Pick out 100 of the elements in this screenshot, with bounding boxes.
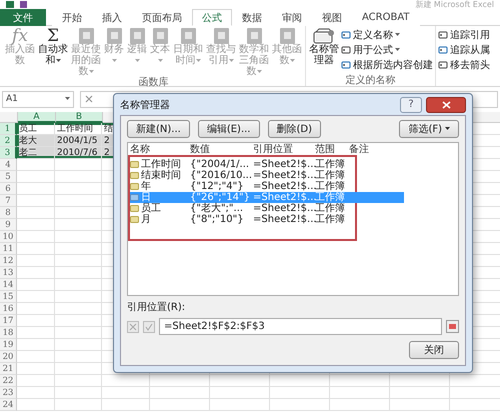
table-cell	[390, 399, 450, 411]
table-cell	[17, 351, 55, 363]
column-header[interactable]: A	[18, 112, 56, 123]
row-header[interactable]: 18	[0, 327, 17, 339]
dialog-button[interactable]: 新建(N)...	[127, 120, 190, 138]
group-label: 定义的名称	[344, 75, 396, 86]
table-cell	[210, 375, 270, 387]
ribbon-button[interactable]: Σ 自动求和	[37, 26, 69, 66]
scope-text: 工作簿	[315, 192, 346, 203]
caret-icon	[256, 70, 262, 74]
row-header[interactable]: 20	[0, 351, 17, 363]
dialog-button[interactable]: 删除(D)	[268, 120, 322, 138]
row-header[interactable]: 17	[0, 315, 17, 327]
name-text: 日	[130, 192, 190, 203]
row-header[interactable]: 8	[0, 207, 17, 219]
table-cell	[210, 387, 270, 399]
column-header[interactable]: 备注	[349, 144, 404, 155]
close-dialog-button[interactable]: 关闭	[409, 341, 459, 359]
row-header[interactable]: 21	[0, 363, 17, 375]
row-header[interactable]: 5	[0, 171, 17, 183]
row-header[interactable]: 16	[0, 303, 17, 315]
row-header[interactable]: 12	[0, 255, 17, 267]
name-row[interactable]: 年 {"12";"4"} =Sheet2!$...工作簿	[130, 181, 404, 192]
filter-button[interactable]: 筛选(F)	[399, 120, 459, 138]
value-text: {"老大";"...	[190, 203, 244, 214]
row-header[interactable]: 22	[0, 375, 17, 387]
row-header[interactable]: 10	[0, 231, 17, 243]
name-row[interactable]: 员工 {"老大";"... =Sheet2!$...工作簿	[130, 203, 404, 214]
row-header[interactable]: 4	[0, 159, 17, 171]
table-cell	[55, 375, 102, 387]
row-header[interactable]: 7	[0, 195, 17, 207]
caret-icon	[445, 127, 450, 131]
close-icon	[442, 100, 450, 108]
ribbon-button[interactable]: 根据所选内容创建	[341, 58, 433, 71]
name-row[interactable]: 月 {"8";"10"} =Sheet2!$...工作簿	[130, 214, 404, 225]
ribbon-button[interactable]: 追踪引用	[438, 28, 490, 41]
input-field[interactable]: =Sheet2!$F$2:$F$3	[159, 318, 442, 335]
row-header[interactable]: 11	[0, 243, 17, 255]
table-cell	[17, 375, 55, 387]
table-cell	[17, 219, 55, 231]
table-cell	[390, 375, 450, 387]
name-manager-icon	[313, 28, 335, 44]
row-header[interactable]: 13	[0, 267, 17, 279]
table-cell	[17, 339, 55, 351]
collapse-icon[interactable]	[446, 320, 459, 333]
dialog-button[interactable]: 编辑(E)...	[198, 120, 260, 138]
row-header[interactable]: 23	[0, 387, 17, 399]
table-cell	[17, 171, 55, 183]
row-header[interactable]: 24	[0, 399, 17, 411]
ribbon-button[interactable]: 定义名称	[341, 28, 433, 41]
check-icon[interactable]	[143, 320, 155, 332]
table-cell	[17, 327, 55, 339]
row-header[interactable]: 2	[0, 135, 17, 147]
book-icon	[130, 28, 144, 44]
row-header[interactable]: 19	[0, 339, 17, 351]
close-button[interactable]	[426, 96, 466, 112]
book-icon	[152, 28, 168, 44]
reference-text: =Sheet2!$...	[253, 159, 315, 170]
ribbon-button[interactable]: 移去箭头	[438, 58, 490, 71]
scope-text: 工作簿	[315, 181, 346, 192]
select-all-corner[interactable]	[0, 112, 18, 123]
table-cell	[55, 387, 102, 399]
table-cell	[17, 399, 55, 411]
name-row[interactable]: 日 {"26";"14"} =Sheet2!$...工作簿	[130, 192, 404, 203]
row-header[interactable]: 14	[0, 279, 17, 291]
row-header[interactable]: 15	[0, 291, 17, 303]
cancel-icon[interactable]	[85, 95, 93, 103]
row-header[interactable]: 1	[0, 123, 17, 135]
table-cell	[150, 399, 210, 411]
tag-icon	[438, 30, 448, 40]
help-button[interactable]: ?	[400, 96, 422, 112]
ribbon-button[interactable]: 名称管理器	[308, 26, 340, 66]
cancel-icon[interactable]	[127, 320, 139, 332]
column-header[interactable]: 引用位置	[253, 144, 315, 155]
reference-text: =Sheet2!$...	[253, 181, 315, 192]
table-cell: 员工	[17, 123, 55, 135]
book-icon	[214, 28, 228, 44]
column-header[interactable]: 数值	[190, 144, 253, 155]
ribbon-button[interactable]: 用于公式	[341, 43, 433, 56]
name-row[interactable]: 结束时间 {"2016/10...=Sheet2!$...工作簿	[130, 170, 404, 181]
caret-icon	[134, 59, 140, 63]
ribbon-button[interactable]: 追踪从属	[438, 43, 490, 56]
table-cell	[270, 375, 330, 387]
table-cell	[210, 399, 270, 411]
name-row[interactable]: 工作时间 {"2004/1/... =Sheet2!$...工作簿	[130, 159, 404, 170]
table-cell: 2010/7/6	[55, 147, 102, 159]
table-cell: 2004/1/5	[55, 135, 102, 147]
table-cell	[17, 183, 55, 195]
row-header[interactable]: 9	[0, 219, 17, 231]
name-text: 工作时间	[130, 159, 190, 170]
column-header[interactable]: 范围	[315, 144, 349, 155]
name-box[interactable]: A1	[2, 90, 74, 108]
row-header[interactable]: 3	[0, 147, 17, 159]
table-cell	[55, 399, 102, 411]
table-cell	[17, 159, 55, 171]
file-tab[interactable]: 文件	[0, 9, 46, 26]
row-header[interactable]: 6	[0, 183, 17, 195]
ribbon-tab[interactable]: 公式	[192, 9, 232, 26]
column-header[interactable]: B	[56, 112, 103, 123]
value-text: {"2016/10...	[190, 170, 253, 181]
